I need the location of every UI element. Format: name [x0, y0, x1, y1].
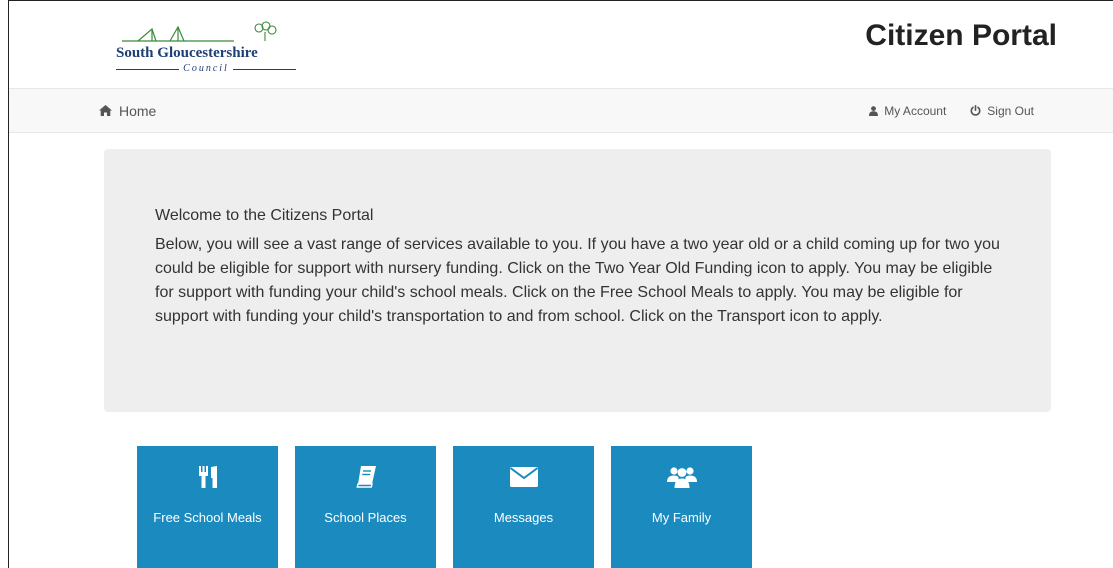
cutlery-icon	[198, 466, 217, 488]
power-icon	[970, 105, 981, 116]
navbar: Home My Account Sign Out	[9, 88, 1113, 133]
welcome-panel: Welcome to the Citizens Portal Below, yo…	[104, 149, 1051, 412]
tile-label: My Family	[651, 510, 712, 525]
logo-subtitle: Council	[116, 63, 297, 75]
envelope-icon	[509, 467, 538, 487]
home-icon	[99, 105, 112, 116]
logo-council-text: Council	[183, 63, 229, 74]
my-account-link[interactable]: My Account	[869, 104, 946, 118]
user-icon	[869, 105, 879, 116]
service-tiles: Free School Meals School Places Messages…	[137, 446, 752, 568]
council-logo[interactable]: South Gloucestershire Council	[116, 21, 297, 75]
my-account-label: My Account	[884, 103, 947, 118]
sign-out-label: Sign Out	[987, 103, 1034, 118]
tile-free-school-meals[interactable]: Free School Meals	[137, 446, 278, 568]
sign-out-link[interactable]: Sign Out	[970, 104, 1034, 118]
tile-my-family[interactable]: My Family	[611, 446, 752, 568]
tile-school-places[interactable]: School Places	[295, 446, 436, 568]
page-title: Citizen Portal	[865, 19, 1057, 52]
home-link[interactable]: Home	[99, 89, 156, 132]
welcome-heading: Welcome to the Citizens Portal	[155, 207, 374, 224]
logo-rule-left	[116, 68, 180, 70]
welcome-text: Below, you will see a vast range of serv…	[155, 236, 1000, 325]
home-label: Home	[119, 102, 157, 119]
tile-label: School Places	[324, 510, 407, 525]
logo-rule-right	[232, 68, 297, 70]
tile-messages[interactable]: Messages	[453, 446, 594, 568]
tile-label: Messages	[493, 510, 554, 525]
users-icon	[666, 467, 697, 488]
book-icon	[355, 466, 376, 488]
bridge-tree-icon	[122, 21, 277, 42]
logo-name: South Gloucestershire	[116, 45, 258, 61]
account-nav: My Account Sign Out	[869, 89, 1034, 132]
tile-label: Free School Meals	[153, 510, 262, 525]
app-frame: South Gloucestershire Council Citizen Po…	[8, 0, 1113, 568]
